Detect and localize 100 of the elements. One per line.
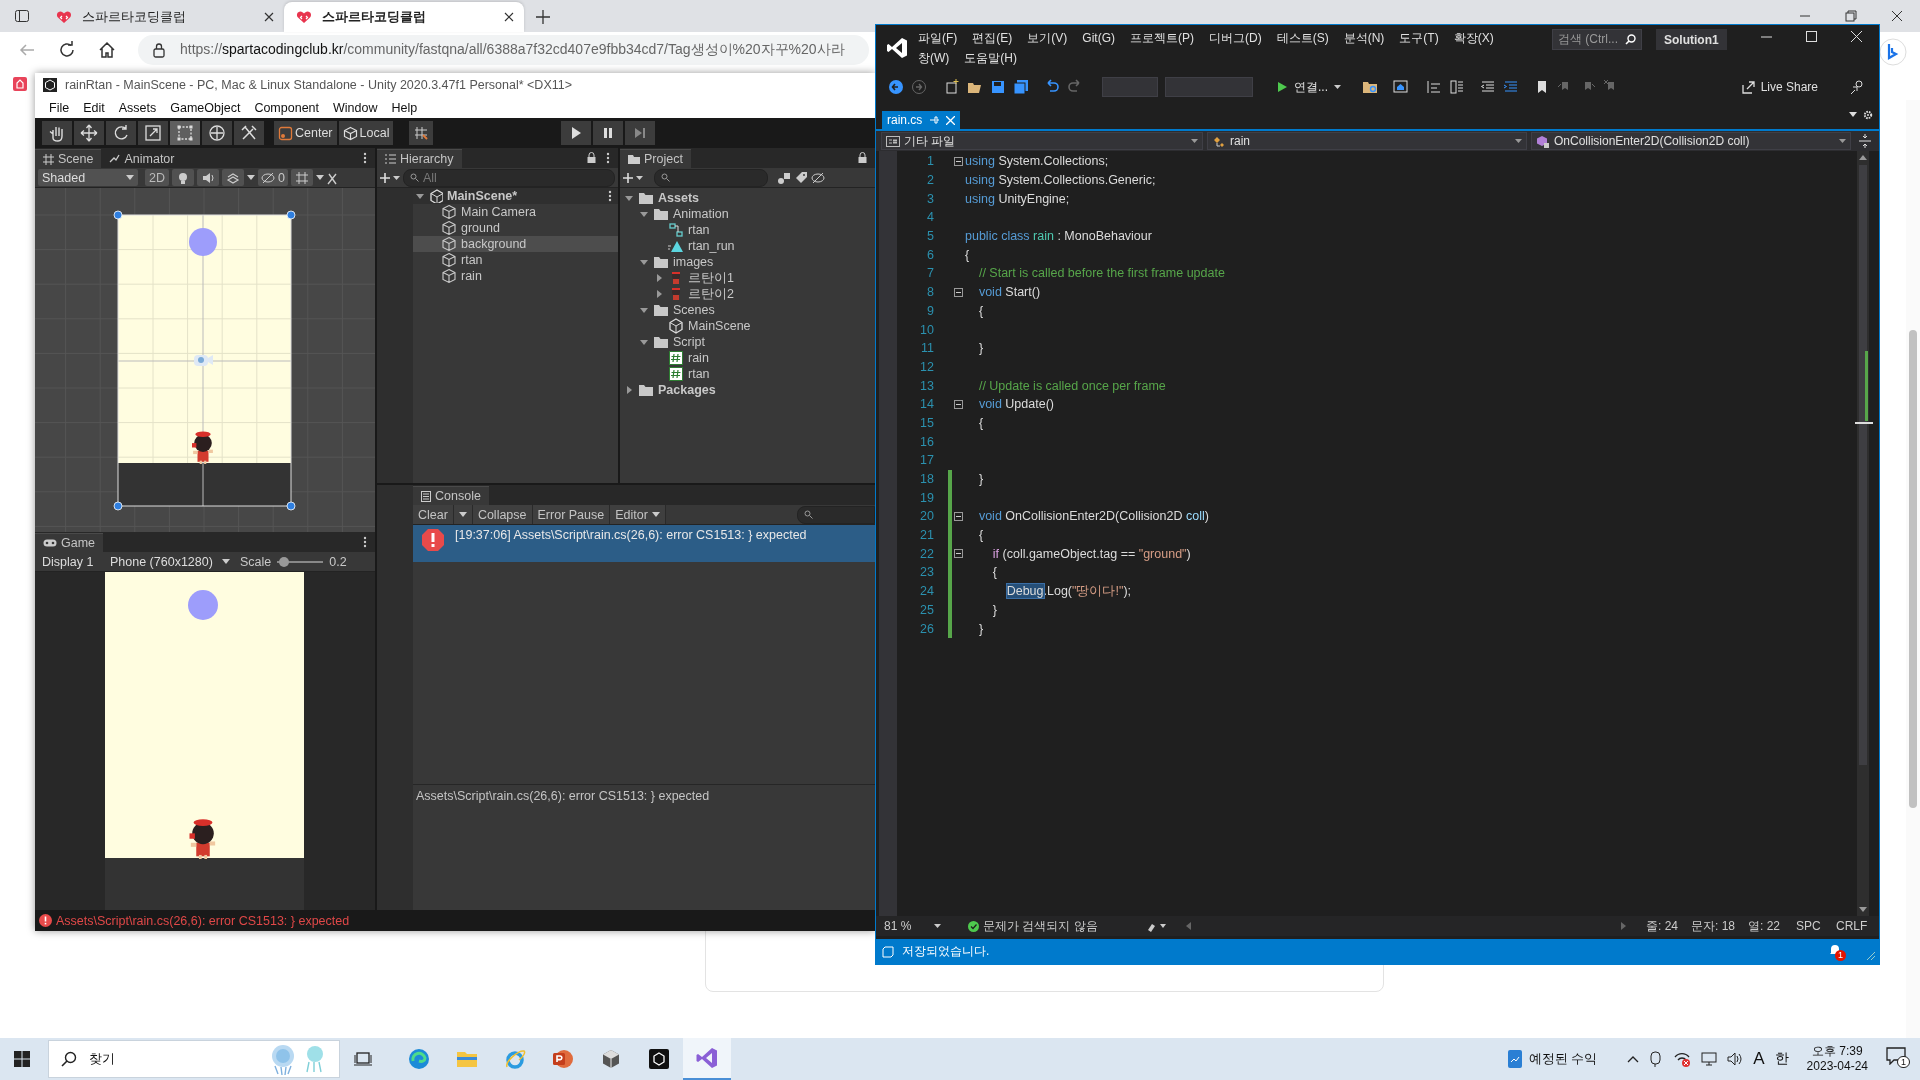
hierarchy-item[interactable]: background — [413, 236, 618, 252]
menu-item[interactable]: Assets — [111, 100, 164, 115]
navigation-dropdown[interactable]: 기타 파일 — [881, 132, 1203, 150]
console-button[interactable]: Clear — [413, 505, 454, 524]
asset-name[interactable]: MainScene — [688, 319, 751, 333]
expand-arrow-icon[interactable] — [624, 385, 634, 395]
tab-actions-icon[interactable] — [14, 8, 30, 24]
scroll-up-icon[interactable] — [1859, 155, 1867, 160]
asset-name[interactable]: rain — [688, 351, 709, 365]
dropdown-caret-icon[interactable] — [247, 175, 255, 180]
dropdown-caret-icon[interactable] — [934, 924, 941, 928]
scrollbar-thumb[interactable] — [1909, 330, 1917, 808]
new-tab-icon[interactable] — [536, 10, 550, 24]
console-button[interactable]: Error Pause — [532, 505, 611, 524]
volume-icon[interactable] — [1727, 1051, 1744, 1067]
pin-icon[interactable] — [929, 115, 940, 125]
scale-slider[interactable] — [277, 556, 324, 567]
expand-arrow-icon[interactable] — [654, 289, 664, 299]
expand-arrow-icon[interactable] — [639, 257, 649, 267]
attach-button[interactable]: 연결... — [1270, 77, 1347, 97]
scroll-right-icon[interactable] — [1621, 922, 1626, 930]
menu-item[interactable]: 파일(F) — [918, 29, 958, 47]
asset-name[interactable]: images — [673, 255, 714, 269]
center-pivot-button[interactable]: Center — [274, 121, 337, 145]
menu-item[interactable]: Git(G) — [1082, 31, 1115, 45]
search-field[interactable] — [797, 505, 875, 524]
navigation-dropdown[interactable]: OnCollisionEnter2D(Collision2D coll) — [1531, 132, 1851, 150]
asset-name[interactable]: Animation — [673, 207, 729, 221]
shading-dropdown[interactable]: Shaded — [38, 169, 138, 186]
feedback-icon[interactable] — [1849, 79, 1865, 95]
whitespace-indicator[interactable]: SPC — [1796, 919, 1821, 933]
console-button[interactable]: Collapse — [472, 505, 533, 524]
grid-toggle[interactable] — [290, 169, 313, 186]
panel-tab[interactable]: Animator — [101, 149, 183, 168]
hidden-objects-toggle[interactable]: 0 — [258, 169, 288, 186]
more-options-icon[interactable] — [608, 190, 612, 202]
task-view-icon[interactable] — [354, 1051, 372, 1067]
lighting-toggle[interactable] — [172, 169, 194, 186]
asset-name[interactable]: Assets — [658, 191, 699, 205]
more-options-icon[interactable] — [606, 152, 610, 164]
reload-icon[interactable] — [58, 41, 76, 59]
search-field[interactable]: 검색 (Ctrl... — [1552, 29, 1642, 50]
add-icon[interactable] — [380, 171, 400, 184]
clock-time[interactable]: 오후 7:39 — [1811, 1044, 1863, 1059]
menu-item[interactable]: 도움말(H) — [964, 49, 1017, 67]
network-status-icon[interactable] — [1673, 1051, 1692, 1067]
display-dropdown[interactable]: Display 1 — [38, 553, 100, 570]
browser-tab[interactable]: 스파르타코딩클럽 — [284, 2, 524, 32]
more-options-icon[interactable] — [363, 152, 367, 164]
new-item-icon[interactable] — [944, 79, 960, 95]
scrollbar-thumb[interactable] — [1859, 165, 1867, 765]
custom-tool-button[interactable] — [234, 121, 264, 145]
rect-tool-button[interactable] — [170, 121, 200, 145]
restore-icon[interactable] — [1845, 10, 1857, 22]
dropdown-caret-icon[interactable] — [315, 175, 324, 180]
input-mode-indicator[interactable]: A — [1753, 1049, 1765, 1069]
live-share-button[interactable]: Live Share — [1734, 79, 1824, 95]
tab-list-icon[interactable] — [1849, 112, 1857, 117]
step-button[interactable] — [625, 121, 656, 145]
panel-tab[interactable]: Console — [413, 486, 489, 505]
redo-icon[interactable] — [1067, 79, 1083, 95]
menu-item[interactable]: Component — [247, 100, 326, 115]
hidden-packages-icon[interactable] — [811, 171, 825, 184]
home-icon[interactable] — [98, 41, 116, 59]
navigation-dropdown[interactable]: rain — [1207, 132, 1527, 150]
issues-indicator[interactable]: 문제가 검색되지 않음 — [968, 917, 1098, 935]
collapse-icon[interactable] — [954, 399, 963, 409]
hierarchy-item[interactable]: rain — [413, 268, 618, 284]
notification-icon[interactable] — [1886, 1047, 1906, 1065]
search-field[interactable] — [654, 168, 768, 187]
asset-name[interactable]: 르탄이2 — [688, 285, 734, 303]
more-options-icon[interactable] — [363, 536, 367, 548]
hierarchy-item[interactable]: rtan — [413, 252, 618, 268]
lock-icon[interactable] — [858, 152, 867, 163]
hierarchy-item[interactable]: Main Camera — [413, 204, 618, 220]
network-icon[interactable] — [1701, 1051, 1718, 1067]
2d-toggle[interactable]: 2D — [145, 169, 169, 186]
play-button[interactable] — [561, 121, 592, 145]
move-tool-button[interactable] — [74, 121, 104, 145]
asset-name[interactable]: Script — [673, 335, 705, 349]
expand-arrow-icon[interactable] — [415, 191, 425, 201]
zoom-level[interactable]: 81 % — [884, 919, 912, 933]
lock-icon[interactable] — [587, 152, 596, 163]
scale-tool-button[interactable] — [138, 121, 168, 145]
console-button[interactable]: Editor — [610, 505, 666, 524]
line-ending-indicator[interactable]: CRLF — [1836, 919, 1868, 933]
hand-tool-button[interactable] — [42, 121, 72, 145]
split-window-icon[interactable] — [1859, 134, 1871, 148]
bing-icon[interactable] — [1879, 38, 1907, 66]
show-hidden-icons-icon[interactable] — [1627, 1055, 1640, 1063]
hierarchy-item[interactable]: ground — [413, 220, 618, 236]
effects-toggle[interactable] — [222, 169, 244, 186]
asset-name[interactable]: Scenes — [673, 303, 715, 317]
close-icon[interactable] — [264, 12, 274, 22]
add-icon[interactable] — [623, 171, 643, 184]
rotate-tool-button[interactable] — [106, 121, 136, 145]
menu-item[interactable]: Help — [384, 100, 425, 115]
column-indicator[interactable]: 열: 22 — [1748, 917, 1780, 935]
menu-item[interactable]: 보기(V) — [1027, 29, 1068, 47]
menu-item[interactable]: 창(W) — [918, 49, 950, 67]
